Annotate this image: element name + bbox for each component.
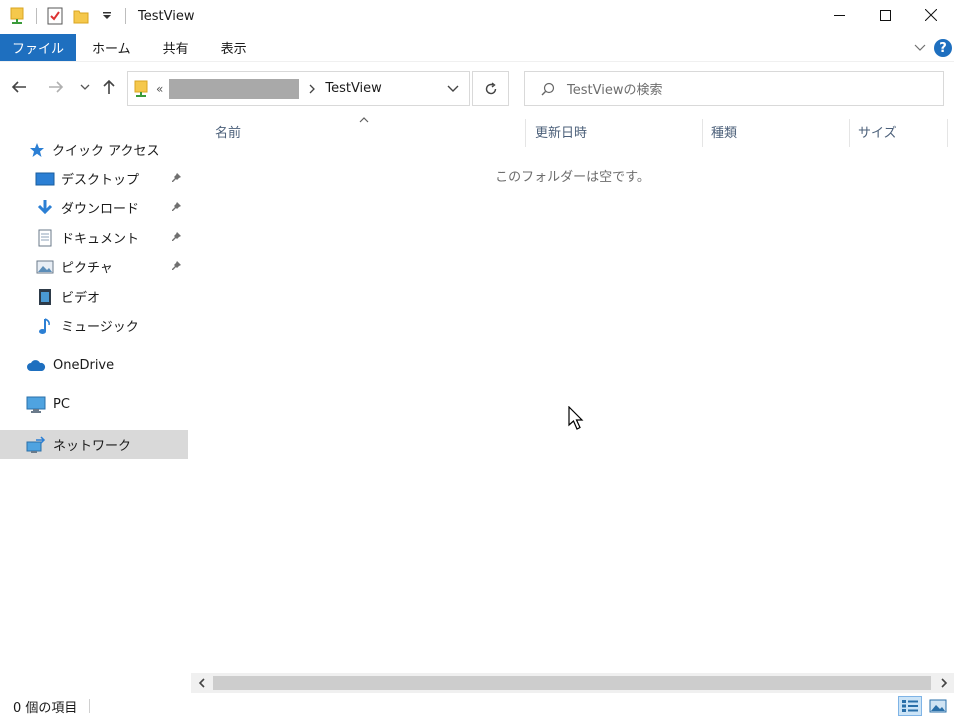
tab-view[interactable]: 表示 [205, 34, 263, 61]
nav-onedrive[interactable]: OneDrive [0, 351, 188, 380]
download-icon [35, 199, 55, 217]
window-controls [816, 0, 954, 30]
mouse-cursor-icon [568, 405, 586, 436]
address-dropdown-icon[interactable] [447, 85, 459, 93]
navigation-pane: クイック アクセス デスクトップ ダウンロード ドキュメント ピクチャ ビデオ … [0, 110, 188, 695]
close-icon[interactable] [908, 0, 954, 30]
window-title: TestView [138, 8, 195, 24]
pin-icon[interactable] [171, 231, 182, 245]
music-icon [35, 317, 55, 335]
video-icon [35, 288, 55, 306]
breadcrumb-current[interactable]: TestView [325, 81, 381, 96]
ribbon-right-controls: ? [914, 34, 954, 62]
item-count: 0 個の項目 [13, 700, 78, 716]
up-arrow-icon[interactable] [98, 76, 120, 98]
tab-share[interactable]: 共有 [147, 34, 205, 61]
search-icon [541, 82, 555, 96]
nav-label: デスクトップ [61, 173, 140, 188]
nav-label: OneDrive [53, 358, 115, 373]
separator [89, 699, 91, 713]
desktop-icon [35, 170, 55, 188]
expand-ribbon-icon[interactable] [914, 41, 926, 56]
column-header-size[interactable]: サイズ [850, 115, 947, 147]
horizontal-scrollbar[interactable] [191, 673, 954, 693]
quick-access-toolbar [0, 6, 134, 26]
star-icon [28, 141, 46, 159]
properties-icon[interactable] [45, 6, 65, 26]
separator [125, 8, 126, 24]
scroll-left-icon[interactable] [191, 673, 211, 693]
column-divider[interactable] [947, 119, 948, 147]
search-placeholder: TestViewの検索 [567, 83, 663, 98]
nav-label: ダウンロード [61, 202, 140, 217]
address-bar[interactable]: « TestView [127, 71, 470, 106]
column-header-modified[interactable]: 更新日時 [527, 115, 703, 147]
new-folder-icon[interactable] [71, 6, 91, 26]
back-arrow-icon[interactable] [8, 76, 30, 98]
nav-music[interactable]: ミュージック [0, 311, 188, 340]
view-switcher [898, 696, 950, 716]
nav-documents[interactable]: ドキュメント [0, 223, 188, 252]
nav-label: ドキュメント [61, 232, 140, 247]
scrollbar-thumb[interactable] [213, 676, 931, 690]
status-bar: 0 個の項目 [0, 695, 954, 717]
recent-locations-icon[interactable] [74, 76, 96, 98]
large-icons-view-icon[interactable] [926, 696, 950, 716]
pin-icon[interactable] [171, 260, 182, 274]
tab-file[interactable]: ファイル [0, 34, 77, 61]
breadcrumb-separator-icon[interactable] [309, 84, 316, 94]
nav-videos[interactable]: ビデオ [0, 282, 188, 311]
nav-downloads[interactable]: ダウンロード [0, 193, 188, 222]
computer-icon [25, 396, 47, 414]
folder-network-icon [8, 6, 28, 26]
folder-network-icon [134, 80, 148, 98]
forward-arrow-icon[interactable] [45, 76, 67, 98]
breadcrumb-overflow[interactable]: « [156, 82, 163, 96]
scroll-right-icon[interactable] [934, 673, 954, 693]
nav-label: クイック アクセス [52, 144, 160, 159]
column-headers: 名前 更新日時 種類 サイズ [191, 115, 954, 147]
nav-label: ミュージック [61, 320, 139, 335]
breadcrumb-redacted[interactable] [169, 78, 300, 99]
nav-pc[interactable]: PC [0, 390, 188, 419]
pin-icon[interactable] [171, 201, 182, 215]
nav-label: ビデオ [61, 291, 101, 306]
pin-icon[interactable] [171, 172, 182, 186]
details-view-icon[interactable] [898, 696, 922, 716]
nav-label: PC [53, 397, 70, 412]
empty-folder-message: このフォルダーは空です。 [495, 170, 650, 185]
tab-home[interactable]: ホーム [76, 34, 147, 61]
ribbon-tabs: ファイル ホーム 共有 表示 ? [0, 34, 954, 62]
file-list-area[interactable]: 名前 更新日時 種類 サイズ このフォルダーは空です。 [191, 110, 954, 672]
customize-toolbar-icon[interactable] [97, 6, 117, 26]
search-box[interactable]: TestViewの検索 [524, 71, 944, 106]
nav-desktop[interactable]: デスクトップ [0, 164, 188, 193]
document-icon [35, 229, 55, 247]
refresh-icon [485, 81, 496, 94]
nav-quick-access[interactable]: クイック アクセス [0, 135, 188, 164]
title-bar: TestView [0, 0, 954, 32]
nav-label: ネットワーク [53, 439, 132, 454]
column-header-name[interactable]: 名前 [207, 115, 525, 147]
nav-network[interactable]: ネットワーク [0, 430, 188, 459]
cloud-icon [25, 357, 47, 375]
nav-label: ピクチャ [61, 261, 113, 276]
file-explorer-window: TestView ファイル ホーム 共有 表示 ? « TestView Tes… [0, 0, 954, 717]
network-icon [25, 435, 47, 454]
column-divider[interactable] [525, 119, 526, 147]
column-header-type[interactable]: 種類 [703, 115, 849, 147]
help-icon[interactable]: ? [934, 39, 952, 57]
maximize-icon[interactable] [862, 0, 908, 30]
nav-pictures[interactable]: ピクチャ [0, 252, 188, 281]
address-row: « TestView TestViewの検索 [0, 68, 954, 108]
separator [36, 8, 37, 24]
picture-icon [35, 258, 55, 276]
refresh-button[interactable] [472, 71, 509, 106]
minimize-icon[interactable] [816, 0, 862, 30]
